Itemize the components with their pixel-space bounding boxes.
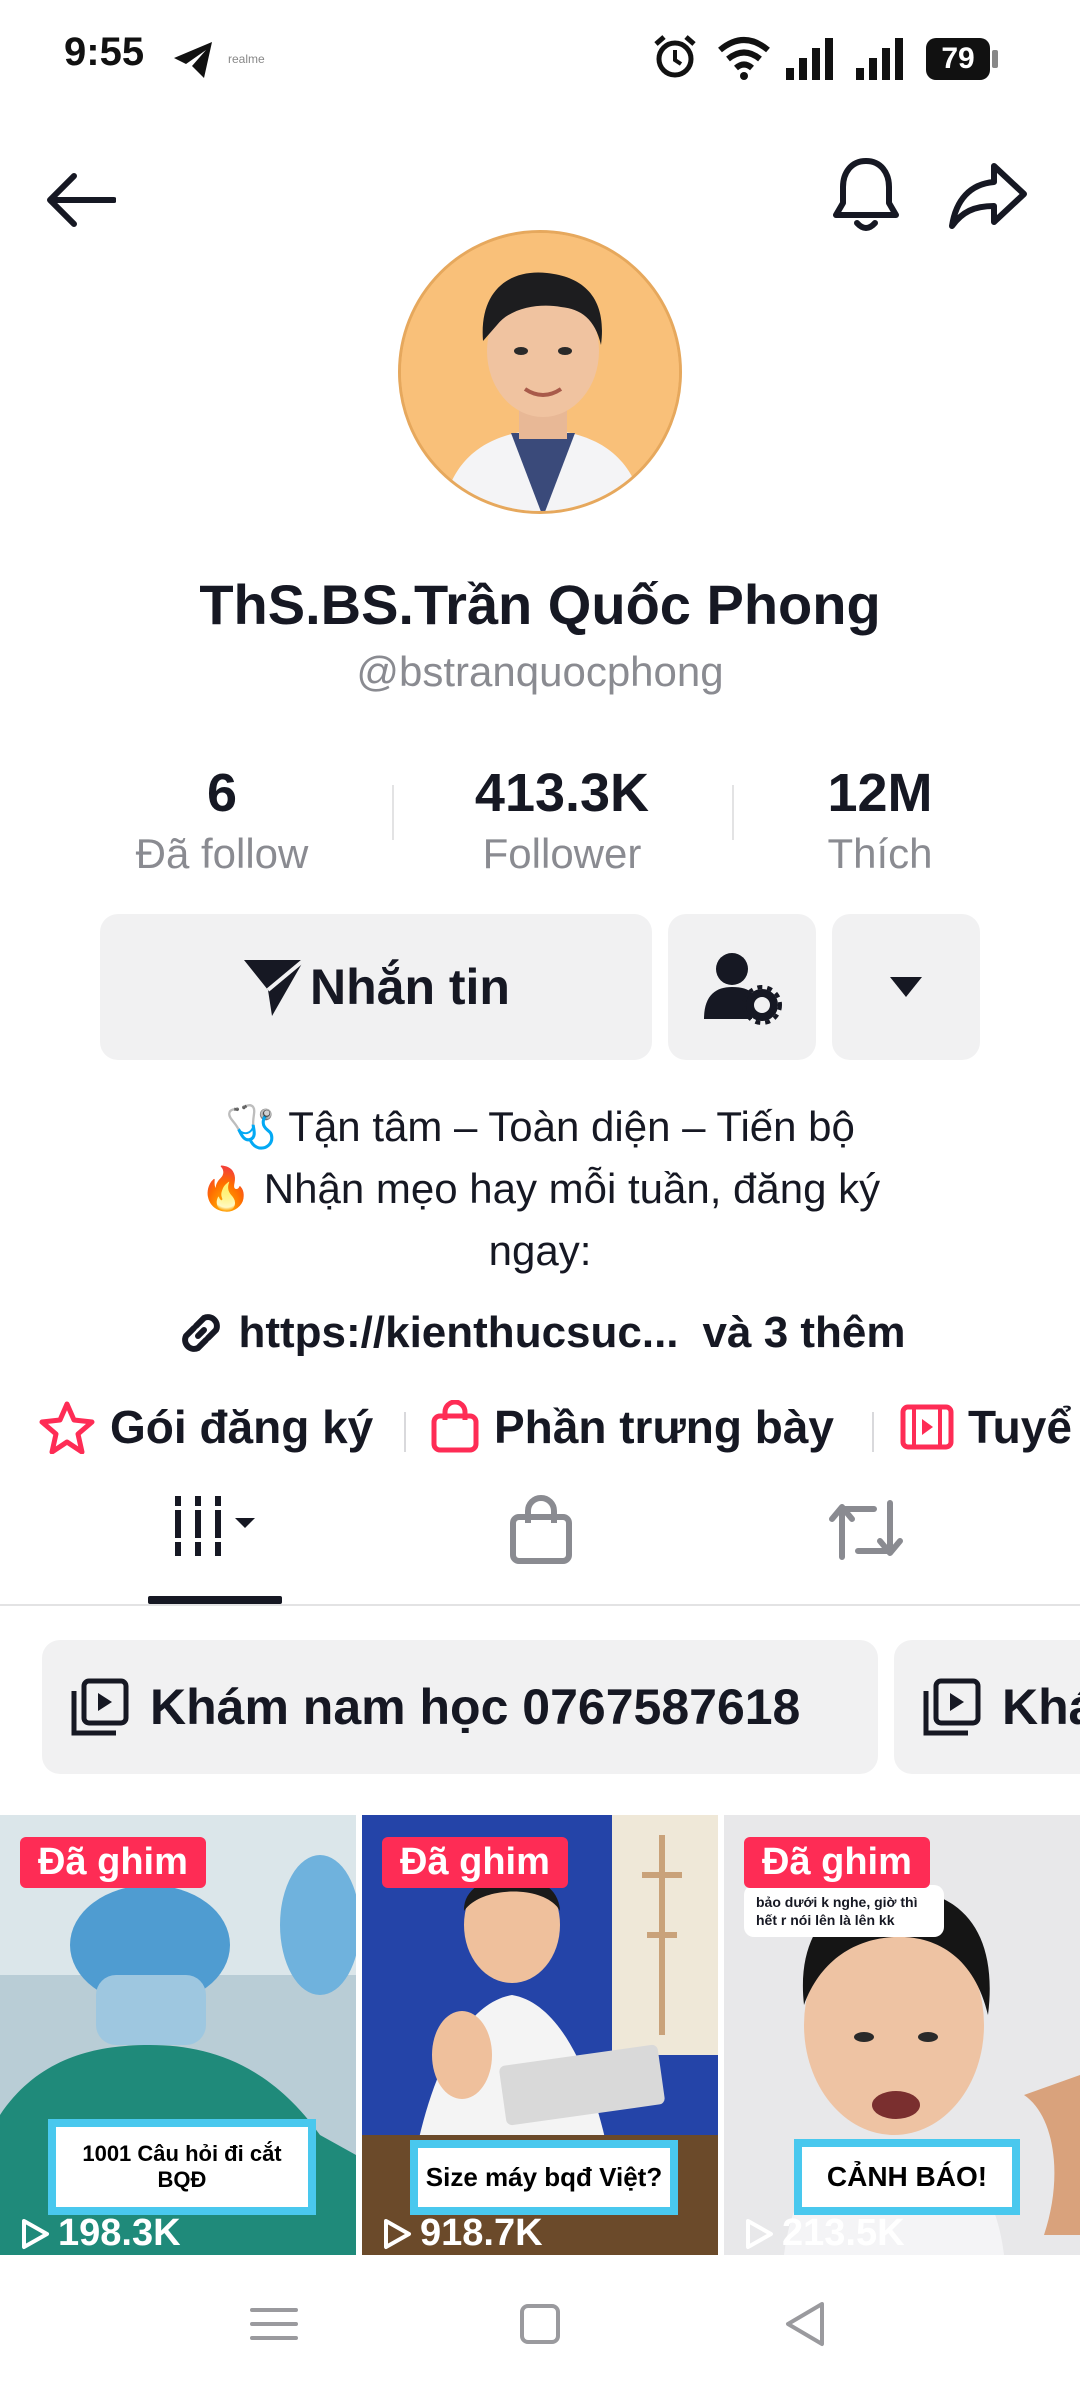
play-icon <box>22 2218 49 2249</box>
battery-icon: 79 <box>926 38 990 80</box>
stat-likes[interactable]: 12M Thích <box>730 760 1030 882</box>
pinned-badge: Đã ghim <box>20 1837 206 1888</box>
active-tab-indicator <box>148 1596 282 1604</box>
bio-link[interactable]: https://kienthucsuc... và 3 thêm <box>140 1306 940 1360</box>
stat-following-label: Đã follow <box>135 830 309 877</box>
bag-icon <box>510 1495 572 1564</box>
playlist-chip-label: Khá <box>1002 1679 1080 1735</box>
video-caption: CẢNH BÁO! <box>794 2139 1020 2215</box>
square-icon <box>520 2304 560 2344</box>
subscription-tab-label: Gói đăng ký <box>110 1401 374 1453</box>
status-time: 9:55 <box>64 30 145 74</box>
bio-line-2: 🔥 Nhận mẹo hay mỗi tuần, đăng ký <box>199 1165 881 1212</box>
message-button[interactable]: Nhắn tin <box>100 914 652 1060</box>
view-count: 198.3K <box>20 2212 181 2255</box>
stat-likes-value: 12M <box>827 763 933 823</box>
home-button[interactable] <box>512 2296 568 2352</box>
triangle-back-icon <box>786 2302 824 2346</box>
shopping-bag-icon <box>431 1400 479 1453</box>
telegram-icon <box>172 40 216 85</box>
menu-icon <box>250 2308 298 2340</box>
bio-line-3: ngay: <box>488 1227 592 1274</box>
stat-followers-label: Follower <box>482 830 642 877</box>
playlist-icon <box>71 1678 129 1736</box>
subscription-tab[interactable]: Gói đăng ký <box>38 1400 373 1454</box>
stat-following-value: 6 <box>206 763 238 823</box>
notification-app-label: realme <box>228 52 265 66</box>
tabs-divider <box>0 1604 1080 1606</box>
playlist-chip[interactable]: Khám nam học 0767587618 <box>42 1640 878 1774</box>
pinned-badge: Đã ghim <box>382 1837 568 1888</box>
play-icon <box>384 2218 411 2249</box>
stat-divider <box>392 785 394 840</box>
share-arrow-icon <box>949 163 1027 229</box>
videos-tab[interactable] <box>146 1486 286 1566</box>
repost-tab[interactable] <box>816 1490 916 1570</box>
caret-down-icon <box>890 977 922 997</box>
tab-divider <box>404 1412 406 1452</box>
send-icon <box>244 958 306 1016</box>
signal-icon <box>786 38 838 85</box>
playlist-tab[interactable]: Tuyể <box>900 1400 1072 1454</box>
bio-link-text: https://kienthucsuc... <box>238 1308 679 1357</box>
playlist-chip-2[interactable]: Khá <box>894 1640 1080 1774</box>
notification-bell-button[interactable] <box>826 152 906 236</box>
bio-line-1: 🩺 Tận tâm – Toàn diện – Tiến bộ <box>225 1103 855 1150</box>
profile-name: ThS.BS.Trần Quốc Phong <box>199 573 881 636</box>
view-count: 213.5K <box>744 2212 905 2255</box>
battery-level: 79 <box>941 42 975 75</box>
profile-handle: @bstranquocphong <box>356 648 724 695</box>
video-thumbnail[interactable]: bảo dưới k nghe, giờ thì hết r nói lên l… <box>724 1815 1080 2255</box>
wifi-icon <box>716 36 772 85</box>
playlist-tab-label: Tuyể <box>968 1401 1072 1453</box>
grid-icon <box>171 1496 255 1556</box>
avatar[interactable] <box>398 230 682 514</box>
message-button-label: Nhắn tin <box>310 959 510 1015</box>
view-count: 918.7K <box>382 2212 543 2255</box>
back-nav-button[interactable] <box>778 2296 834 2352</box>
film-icon <box>900 1404 954 1450</box>
video-thumbnail[interactable]: Đã ghim 1001 Câu hỏi đi cắt BQĐ 198.3K <box>0 1815 356 2255</box>
video-caption: Size máy bqđ Việt? <box>410 2140 678 2215</box>
star-icon <box>39 1401 95 1454</box>
pinned-badge: Đã ghim <box>744 1837 930 1888</box>
view-count-value: 918.7K <box>420 2212 543 2254</box>
recent-apps-button[interactable] <box>246 2296 302 2352</box>
share-button[interactable] <box>946 156 1030 236</box>
link-icon <box>182 1314 221 1352</box>
back-button[interactable] <box>40 160 120 240</box>
avatar-portrait <box>401 233 679 511</box>
signal-icon-2 <box>856 38 908 85</box>
video-thumbnail[interactable]: Đã ghim Size máy bqđ Việt? 918.7K <box>362 1815 718 2255</box>
stat-following[interactable]: 6 Đã follow <box>72 760 372 882</box>
stat-followers-value: 413.3K <box>474 763 650 823</box>
comment-bubble: bảo dưới k nghe, giờ thì hết r nói lên l… <box>744 1885 944 1937</box>
more-dropdown-button[interactable] <box>832 914 980 1060</box>
shop-tab[interactable] <box>496 1490 586 1570</box>
tab-divider <box>872 1412 874 1452</box>
playlist-chip-label: Khám nam học 0767587618 <box>150 1679 801 1735</box>
battery-tip <box>992 50 998 68</box>
user-settings-button[interactable] <box>668 914 816 1060</box>
view-count-value: 198.3K <box>58 2212 181 2254</box>
stat-followers[interactable]: 413.3K Follower <box>412 760 712 882</box>
bell-icon <box>833 158 899 231</box>
view-count-value: 213.5K <box>782 2212 905 2254</box>
bio-link-more: và 3 thêm <box>702 1308 906 1357</box>
showcase-tab[interactable]: Phần trưng bày <box>430 1400 834 1454</box>
alarm-icon <box>652 34 698 85</box>
repost-icon <box>829 1500 903 1560</box>
playlist-icon <box>923 1678 981 1736</box>
showcase-tab-label: Phần trưng bày <box>494 1401 835 1453</box>
stat-likes-label: Thích <box>827 830 933 877</box>
arrow-left-icon <box>47 173 116 227</box>
play-icon <box>746 2218 773 2249</box>
user-gear-icon <box>704 953 782 1025</box>
video-caption: 1001 Câu hỏi đi cắt BQĐ <box>48 2119 316 2215</box>
